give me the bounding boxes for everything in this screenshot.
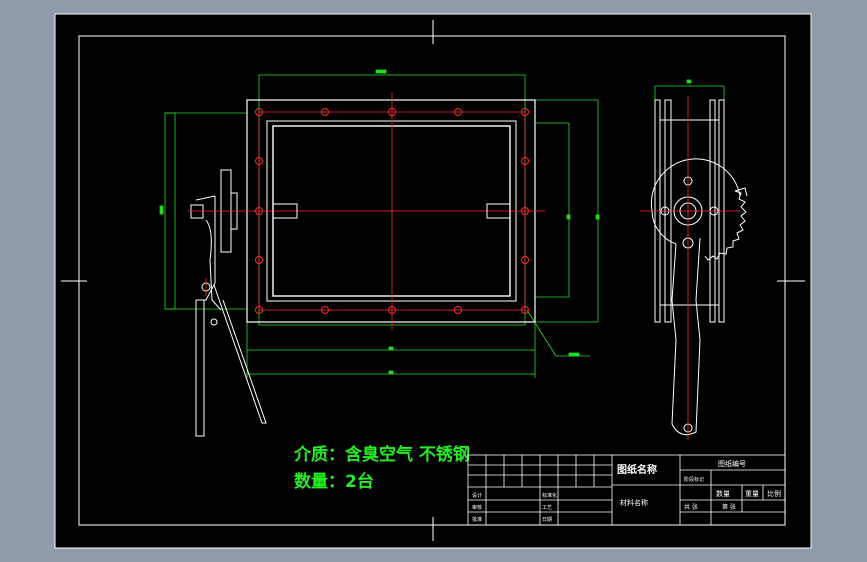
col-weight: 重量 (745, 490, 759, 498)
cad-drawing-canvas: 介质：含臭空气 不锈钢 数量：2台 图纸名称 材料名称 图纸编号 阶段标记 数量… (54, 13, 812, 549)
row-review: 审核 (472, 504, 482, 511)
note-medium: 介质：含臭空气 不锈钢 (293, 444, 470, 465)
sheet-total: 共 张 (684, 503, 698, 511)
col-quantity: 数量 (716, 489, 730, 498)
col-scale: 比例 (767, 489, 781, 498)
note-quantity: 数量：2台 (294, 471, 374, 492)
sheet-number: 第 张 (722, 503, 736, 511)
row-approve: 批准 (472, 516, 482, 523)
drawing-name-label: 图纸名称 (617, 463, 657, 476)
mid-date: 日期 (542, 517, 552, 523)
drawing-number-label: 图纸编号 (718, 459, 746, 468)
row-design: 设计 (472, 492, 482, 499)
material-label: 材料名称 (620, 498, 648, 507)
mid-process: 工艺 (542, 505, 552, 511)
mid-standardization: 标准化 (542, 492, 557, 499)
stage-marking-label: 阶段标记 (684, 476, 704, 483)
